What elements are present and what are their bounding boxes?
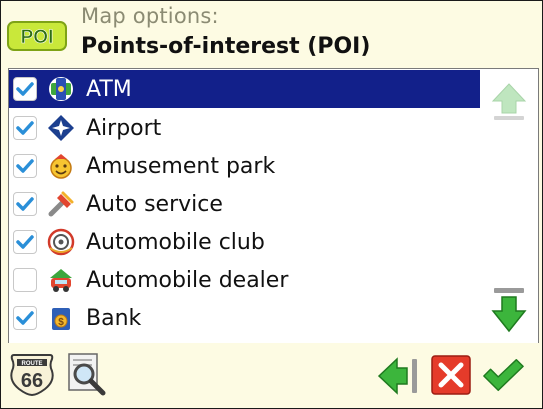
amusement-park-icon — [46, 151, 76, 181]
list-item-atm[interactable]: ATM — [9, 70, 480, 108]
cancel-button[interactable] — [429, 352, 473, 398]
bank-icon: $ — [46, 303, 76, 333]
svg-text:$: $ — [58, 317, 64, 328]
list-item-label: Airport — [86, 115, 162, 141]
svg-text:ROUTE: ROUTE — [22, 361, 43, 367]
back-button[interactable] — [377, 353, 421, 399]
checkbox-airport[interactable] — [13, 116, 37, 140]
list-item-bank[interactable]: $ Bank — [9, 299, 480, 337]
close-icon — [431, 355, 471, 395]
airport-icon — [46, 113, 76, 143]
list-item-label: Bank — [86, 305, 142, 331]
arrow-up-icon — [491, 83, 527, 120]
route-66-icon: ROUTE 66 — [10, 354, 54, 397]
list-item-label: Automobile dealer — [86, 267, 289, 293]
svg-text:66: 66 — [21, 370, 43, 392]
svg-text:POI: POI — [21, 27, 54, 48]
list-item-automobile-dealer[interactable]: Automobile dealer — [9, 261, 480, 299]
list-item-amusement-park[interactable]: Amusement park — [9, 147, 480, 185]
automobile-club-icon — [46, 227, 76, 257]
list-item-auto-service[interactable]: Auto service — [9, 185, 480, 223]
auto-service-icon — [46, 189, 76, 219]
list-item-label: Automobile club — [86, 229, 265, 255]
footer-toolbar: ROUTE 66 — [1, 343, 542, 408]
magnifier-icon — [68, 353, 106, 396]
atm-icon — [46, 74, 76, 104]
list-item-airport[interactable]: Airport — [9, 109, 480, 147]
list-scrollbar[interactable] — [480, 68, 539, 344]
poi-options-window: POI Map options: Points-of-interest (POI… — [0, 0, 543, 409]
route-button[interactable]: ROUTE 66 — [7, 351, 57, 397]
checkbox-automobile-dealer[interactable] — [13, 268, 37, 292]
header: POI Map options: Points-of-interest (POI… — [1, 1, 542, 65]
checkbox-atm[interactable] — [13, 77, 37, 101]
scroll-down-button[interactable] — [488, 287, 530, 335]
list-item-label: Auto service — [86, 191, 223, 217]
checkbox-amusement-park[interactable] — [13, 154, 37, 178]
page-title: Points-of-interest (POI) — [81, 34, 371, 59]
checkbox-bank[interactable] — [13, 306, 37, 330]
header-subtitle: Map options: — [81, 4, 219, 28]
confirm-button[interactable] — [481, 352, 525, 398]
automobile-dealer-icon — [46, 265, 76, 295]
scroll-up-button[interactable] — [488, 81, 530, 123]
list-item-label: Amusement park — [86, 153, 276, 179]
checkbox-automobile-club[interactable] — [13, 230, 37, 254]
search-button[interactable] — [65, 351, 109, 397]
list-item-automobile-club[interactable]: Automobile club — [9, 223, 480, 261]
poi-category-list[interactable]: ATM Airport Amusement park Auto service … — [8, 68, 481, 344]
checkbox-auto-service[interactable] — [13, 192, 37, 216]
poi-logo-icon: POI — [7, 21, 67, 51]
arrow-left-icon — [377, 357, 417, 395]
arrow-down-icon — [491, 288, 527, 333]
list-item-label: ATM — [86, 76, 132, 102]
checkmark-icon — [483, 358, 524, 392]
